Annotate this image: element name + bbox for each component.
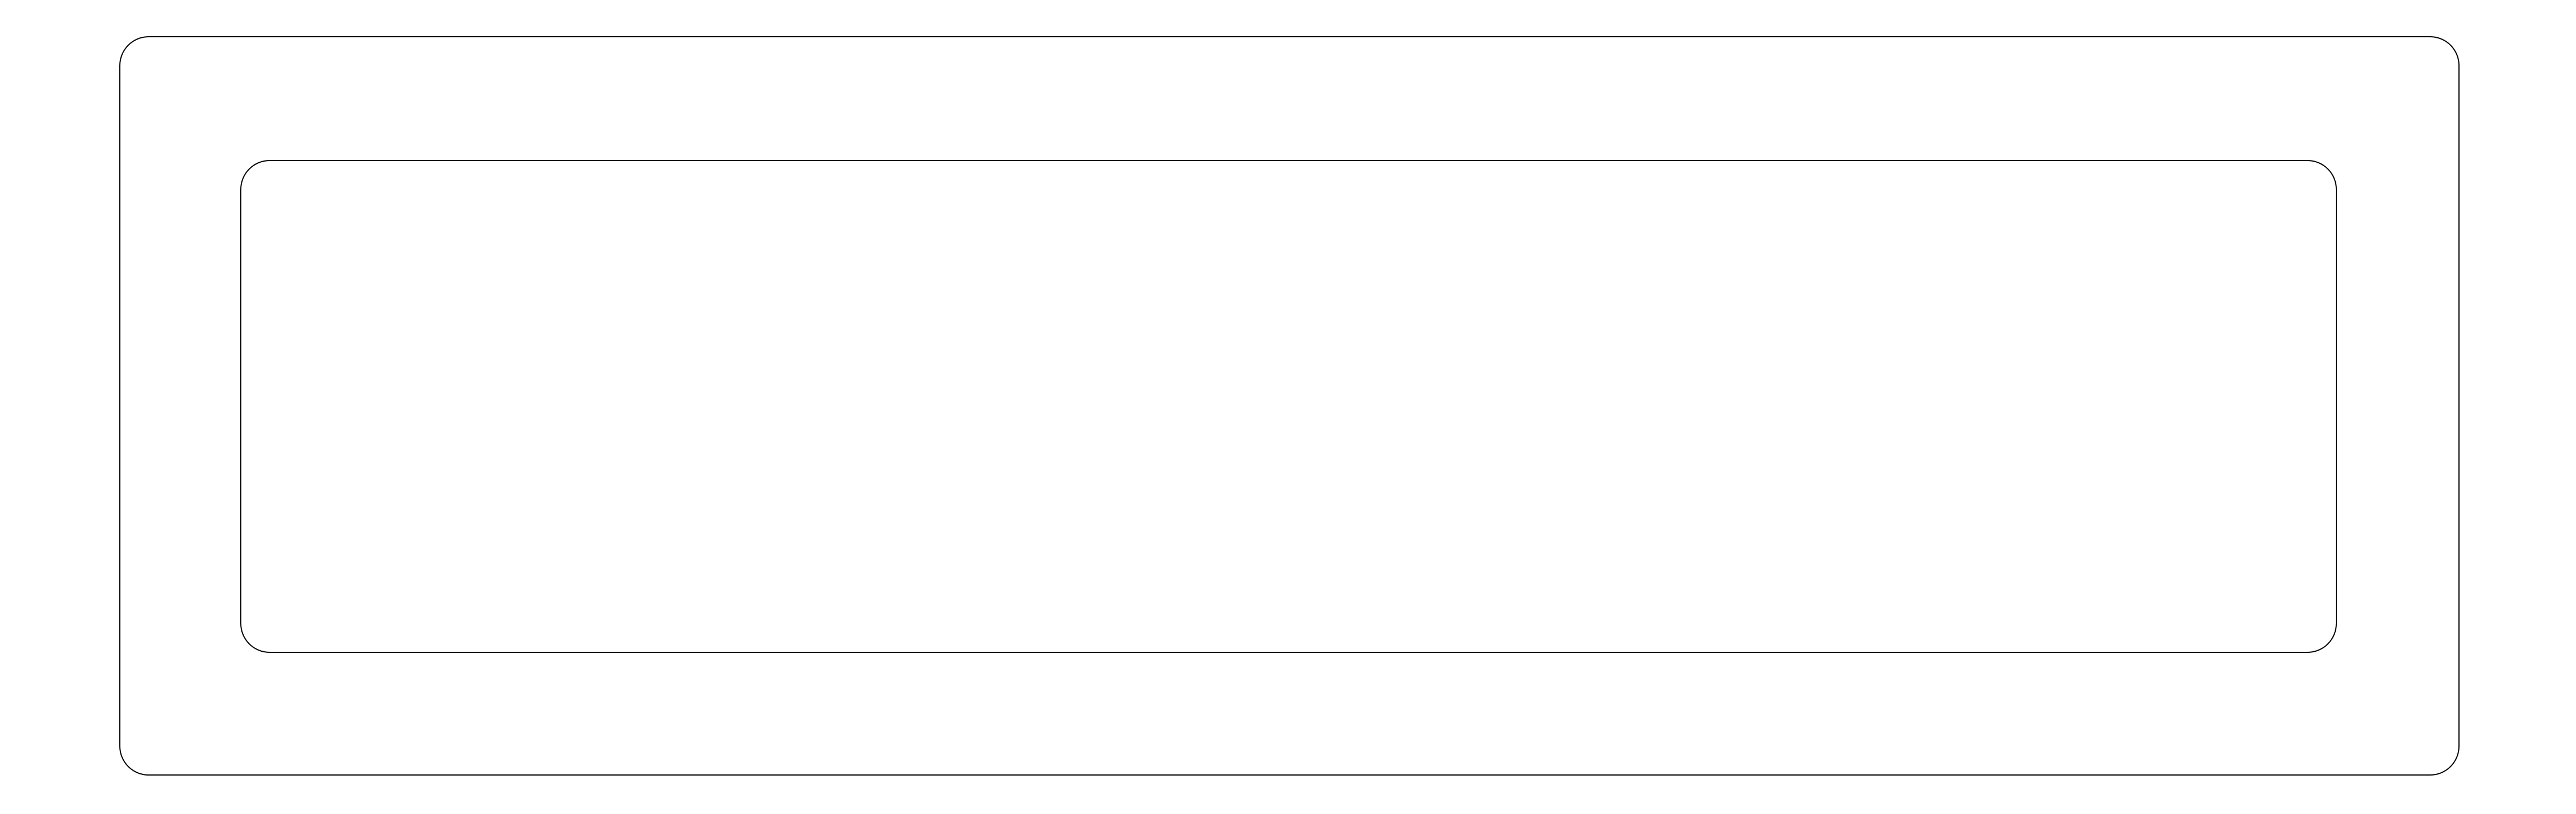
diagram-canvas xyxy=(0,0,2576,814)
inner-rounded-rectangle xyxy=(240,160,2337,653)
